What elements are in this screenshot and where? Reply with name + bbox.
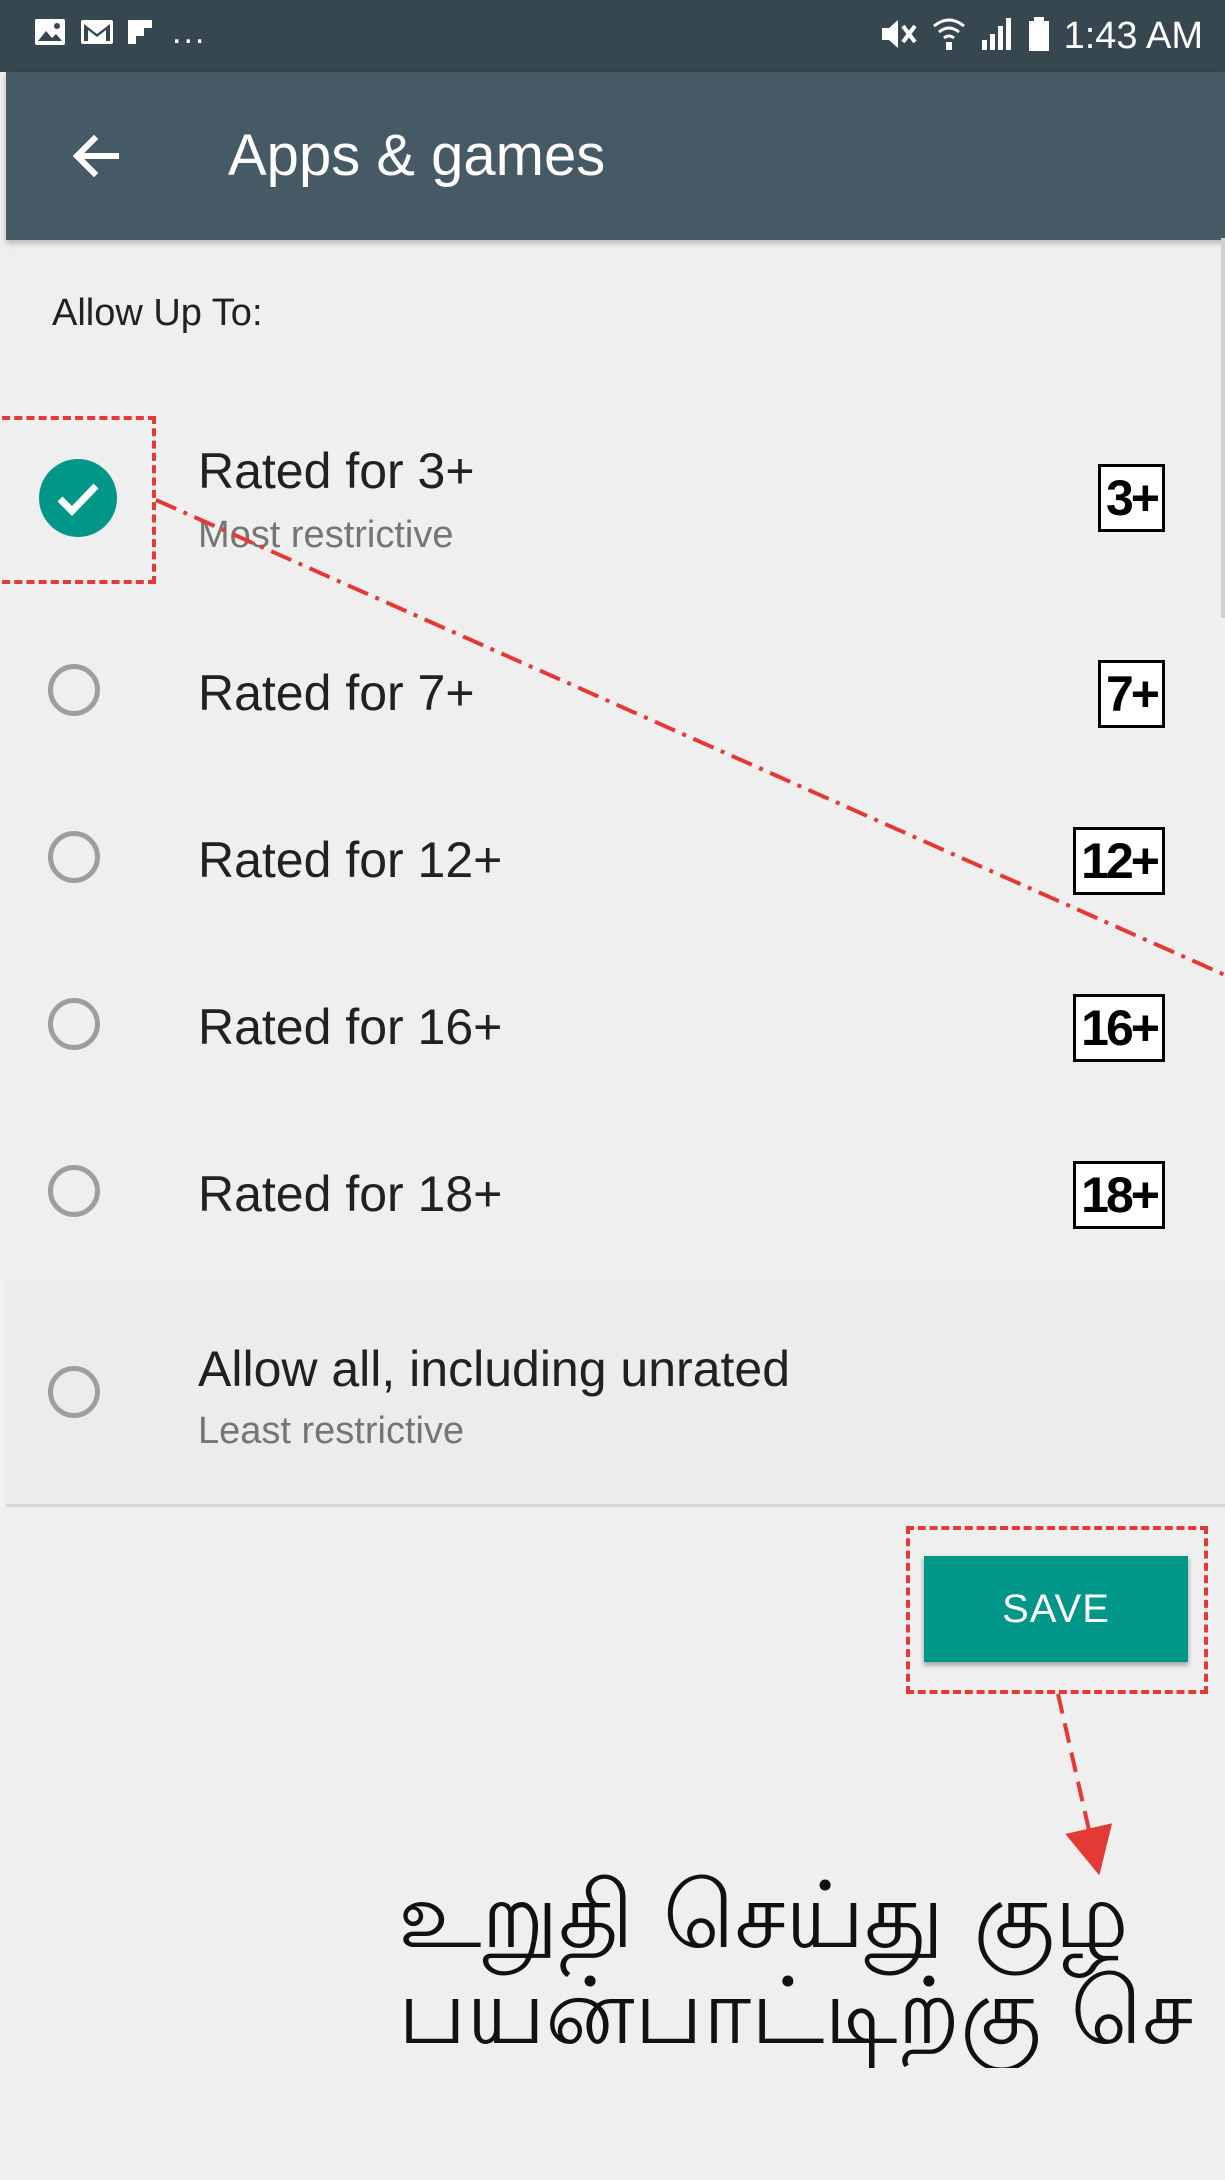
mute-icon — [878, 16, 918, 57]
flipboard-icon — [126, 18, 158, 46]
option-subtitle: Most restrictive — [198, 514, 454, 556]
option-rated-3[interactable]: Rated for 3+ Most restrictive 3+ — [6, 416, 1225, 584]
divider — [6, 1504, 1225, 1507]
signal-icon — [980, 16, 1014, 57]
radio-unchecked[interactable] — [48, 1366, 100, 1418]
section-label: Allow Up To: — [52, 292, 263, 334]
option-rated-16[interactable]: Rated for 16+ 16+ — [6, 948, 1225, 1116]
caption-line: உறுதி செய்து குழ — [398, 1868, 1129, 1969]
option-title: Rated for 7+ — [198, 665, 475, 721]
option-title: Rated for 18+ — [198, 1166, 503, 1222]
battery-icon — [1028, 16, 1050, 57]
option-title: Rated for 3+ — [198, 443, 475, 499]
image-icon — [34, 18, 66, 46]
rating-badge: 18+ — [1073, 1161, 1165, 1229]
system-icons: 1:43 AM — [878, 14, 1203, 58]
annotation-arrow — [1056, 1693, 1113, 1876]
option-allow-all[interactable]: Allow all, including unrated Least restr… — [6, 1280, 1225, 1504]
gmail-icon — [80, 18, 113, 46]
radio-unchecked[interactable] — [48, 831, 100, 883]
option-title: Rated for 12+ — [198, 832, 503, 888]
rating-badge: 12+ — [1073, 827, 1165, 895]
option-subtitle: Least restrictive — [198, 1410, 465, 1452]
rating-badge: 7+ — [1097, 660, 1165, 728]
option-title: Allow all, including unrated — [198, 1341, 791, 1397]
caption-text: உறுதி செய்து குழ பயன்பாட்டிற்கு செ — [398, 1868, 1225, 2068]
wifi-icon — [932, 16, 966, 57]
page-title: Apps & games — [228, 123, 606, 188]
more-notifications: ... — [172, 13, 207, 51]
annotation-box-radio — [0, 416, 156, 584]
clock: 1:43 AM — [1063, 15, 1203, 57]
option-rated-12[interactable]: Rated for 12+ 12+ — [6, 781, 1225, 949]
notification-icons: ... — [34, 13, 207, 51]
radio-unchecked[interactable] — [48, 664, 100, 716]
rating-badge: 16+ — [1073, 994, 1165, 1062]
status-bar: ... 1:43 AM — [0, 0, 1225, 72]
back-button[interactable] — [62, 122, 130, 190]
arrow-left-icon — [72, 134, 119, 178]
option-rated-7[interactable]: Rated for 7+ 7+ — [6, 614, 1225, 782]
radio-unchecked[interactable] — [48, 998, 100, 1050]
annotation-box-save — [906, 1526, 1208, 1694]
option-title: Rated for 16+ — [198, 999, 503, 1055]
option-rated-18[interactable]: Rated for 18+ 18+ — [6, 1115, 1225, 1283]
app-bar: Apps & games — [6, 72, 1225, 240]
rating-badge: 3+ — [1097, 464, 1165, 532]
radio-unchecked[interactable] — [48, 1165, 100, 1217]
caption-line: பயன்பாட்டிற்கு செ — [398, 1958, 1194, 2065]
